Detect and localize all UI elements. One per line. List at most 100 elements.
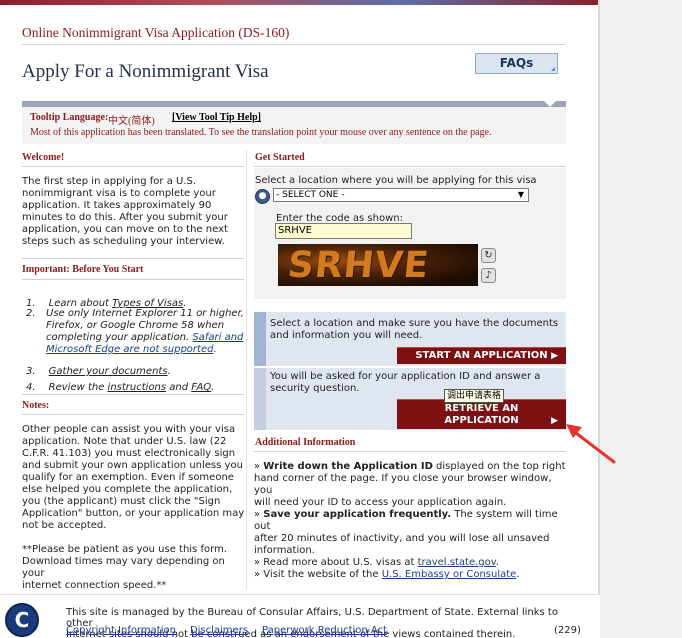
info-text: hand corner of the page. If you close yo… <box>254 473 552 496</box>
patience-line: **Please be patient as you use this form… <box>22 544 227 555</box>
notes-line: application. Note that under U.S. law (2… <box>22 436 227 447</box>
safari-edge-link-cont[interactable]: Microsoft Edge are not supported <box>46 344 213 355</box>
location-select-value: - SELECT ONE - <box>276 190 345 200</box>
important-top-divider <box>22 258 244 259</box>
app-title: Online Nonimmigrant Visa Application (DS… <box>22 25 290 40</box>
start-panel-text: Select a location and make sure you have… <box>270 318 558 342</box>
notes-line: qualify for an exemption. Even if someon… <box>22 472 234 483</box>
footer-divider <box>0 594 600 595</box>
welcome-line: application, you can move on to the next <box>22 224 228 235</box>
list-text: Use only Internet Explorer 11 or higher, <box>46 308 244 319</box>
important-item-4: 4. Review the instructions and FAQ. <box>26 375 214 394</box>
list-text: Review the <box>48 382 108 393</box>
welcome-line: minutes to do this. After you submit you… <box>22 212 228 223</box>
notes-line: Application" button, or your application… <box>22 508 245 519</box>
info-text: Visit the website of the <box>263 569 382 580</box>
tooltip-language-value[interactable]: 中文(简体) <box>108 112 155 127</box>
notes-divider <box>22 414 244 415</box>
translation-message: Most of this application has been transl… <box>30 127 492 138</box>
welcome-line: The first step in applying for a U.S. <box>22 176 197 187</box>
page-title: Apply For a Nonimmigrant Visa <box>22 61 269 82</box>
column-divider <box>246 150 247 590</box>
info-text: after 20 minutes of inactivity, and you … <box>254 533 550 544</box>
start-application-button[interactable]: START AN APPLICATION ▶ <box>397 347 566 364</box>
patience-line: Download times may vary depending on you… <box>22 556 225 579</box>
location-prompt: Select a location where you will be appl… <box>255 175 537 186</box>
retrieve-application-button[interactable]: RETRIEVE AN APPLICATION ▶ <box>397 399 566 429</box>
list-text: Firefox, or Google Chrome 58 when <box>46 320 225 331</box>
important-heading: Important: Before You Start <box>22 264 144 275</box>
annotation-arrow-icon <box>566 424 616 464</box>
notes-line: you (the applicant) must click the "Sign <box>22 496 221 507</box>
retrieve-label-line: RETRIEVE AN <box>444 403 519 414</box>
start-panel-line: Select a location and make sure you have… <box>270 318 559 329</box>
faq-link[interactable]: FAQ <box>191 382 211 393</box>
important-divider <box>22 279 244 280</box>
safari-edge-link[interactable]: Safari and <box>192 332 243 343</box>
info-text: displayed on the top right <box>432 461 566 472</box>
list-text: . <box>211 382 215 393</box>
translation-tooltip: 调出申请表格 <box>444 389 504 403</box>
chevron-right-icon: ▶ <box>551 416 558 426</box>
right-margin-area <box>600 0 682 638</box>
welcome-heading: Welcome! <box>22 152 65 163</box>
info-text: will need your ID to access your applica… <box>254 497 507 508</box>
corner-triangle-icon <box>551 67 555 71</box>
notes-line: C.F.R. 41.103) you must electronically s… <box>22 448 236 459</box>
title-divider <box>22 44 565 45</box>
refresh-icon[interactable]: ↻ <box>481 248 496 263</box>
get-started-heading: Get Started <box>255 152 305 163</box>
list-number: 4. <box>26 382 36 393</box>
travel-state-gov-link[interactable]: travel.state.gov <box>418 557 496 568</box>
get-started-divider <box>254 166 566 167</box>
view-tooltip-help-link[interactable]: [View Tool Tip Help] <box>172 112 261 123</box>
notes-top-divider <box>22 394 244 395</box>
chevron-down-icon: ▼ <box>517 190 525 199</box>
info-text: information. <box>254 545 315 556</box>
instructions-link[interactable]: instructions <box>108 382 167 393</box>
list-text: . <box>213 344 217 355</box>
footer-links: Copyright Information Disclaimers Paperwor… <box>66 625 401 636</box>
notes-line: Other people can assist you with your vi… <box>22 424 236 435</box>
captcha-input[interactable]: SRHVE <box>275 223 412 239</box>
consular-seal-icon: C <box>5 603 39 637</box>
faqs-button[interactable]: FAQs <box>475 53 558 74</box>
notch-decoration <box>544 101 556 107</box>
panel-accent-strip <box>254 312 266 366</box>
welcome-line: steps such as scheduling your interview. <box>22 236 225 247</box>
tooltip-language-label: Tooltip Language: <box>30 112 109 123</box>
page-code: (229) <box>554 625 581 636</box>
welcome-text: The first step in applying for a U.S. no… <box>22 176 246 248</box>
welcome-line: application. It takes approximately 90 <box>22 200 212 211</box>
patience-note: **Please be patient as you use this form… <box>22 544 248 592</box>
globe-icon: ● <box>255 189 270 204</box>
faqs-label: FAQs <box>499 56 534 70</box>
patience-line: internet connection speed.** <box>22 580 167 591</box>
paperwork-reduction-link[interactable]: Paperwork Reduction Act <box>262 625 387 636</box>
browser-requirements: Use only Internet Explorer 11 or higher,… <box>46 308 246 356</box>
copyright-link[interactable]: Copyright Information <box>66 625 176 636</box>
captcha-text: SRHVE <box>285 245 432 286</box>
info-text: . <box>516 569 520 580</box>
additional-info-list: » Write down the Application ID displaye… <box>254 461 570 581</box>
start-panel-line: and information you will need. <box>270 330 423 341</box>
retrieve-panel-line: You will be asked for your application I… <box>270 371 541 382</box>
disclaimers-link[interactable]: Disclaimers <box>190 625 248 636</box>
top-banner-stripe <box>0 0 600 5</box>
notes-line: and submit your own application unless y… <box>22 460 243 471</box>
panel-accent-strip <box>254 368 266 430</box>
captcha-image: SRHVE <box>278 244 478 286</box>
welcome-line: nonimmigrant visa is to complete your <box>22 188 216 199</box>
chevron-right-icon: ▶ <box>551 351 558 361</box>
right-margin-divider <box>598 0 600 638</box>
start-application-label: START AN APPLICATION <box>415 350 548 361</box>
embassy-consulate-link[interactable]: U.S. Embassy or Consulate <box>382 569 517 580</box>
additional-info-divider <box>254 451 566 452</box>
list-number: 2. <box>26 308 36 319</box>
location-select[interactable]: - SELECT ONE - ▼ <box>273 188 529 202</box>
info-text: Read more about U.S. visas at <box>263 557 418 568</box>
notes-line: else helped you complete the application… <box>22 484 233 495</box>
notes-text: Other people can assist you with your vi… <box>22 424 248 532</box>
audio-icon[interactable]: ♪ <box>481 268 496 283</box>
list-text: and <box>166 382 192 393</box>
